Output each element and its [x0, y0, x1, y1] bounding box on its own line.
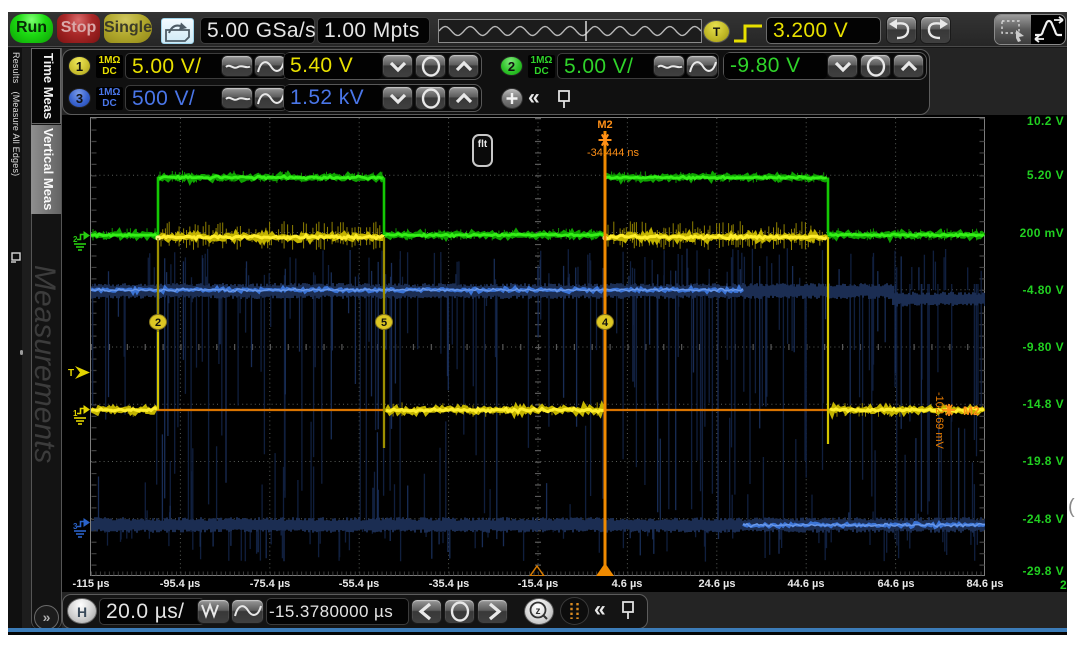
svg-text:3: 3 [73, 522, 78, 531]
svg-text:flt: flt [478, 139, 488, 150]
svg-text:1: 1 [73, 409, 78, 418]
svg-text:2: 2 [155, 317, 161, 329]
svg-text:-34.444 ns: -34.444 ns [587, 147, 639, 159]
svg-text:z: z [536, 606, 541, 617]
svg-text:M2: M2 [597, 119, 612, 131]
svg-text:2: 2 [73, 235, 78, 244]
svg-text:4: 4 [602, 317, 609, 329]
svg-text:T: T [68, 368, 74, 379]
svg-text:5: 5 [381, 317, 387, 329]
svg-text:-102.69 mV: -102.69 mV [933, 392, 945, 450]
svg-text:M2: M2 [963, 404, 980, 418]
